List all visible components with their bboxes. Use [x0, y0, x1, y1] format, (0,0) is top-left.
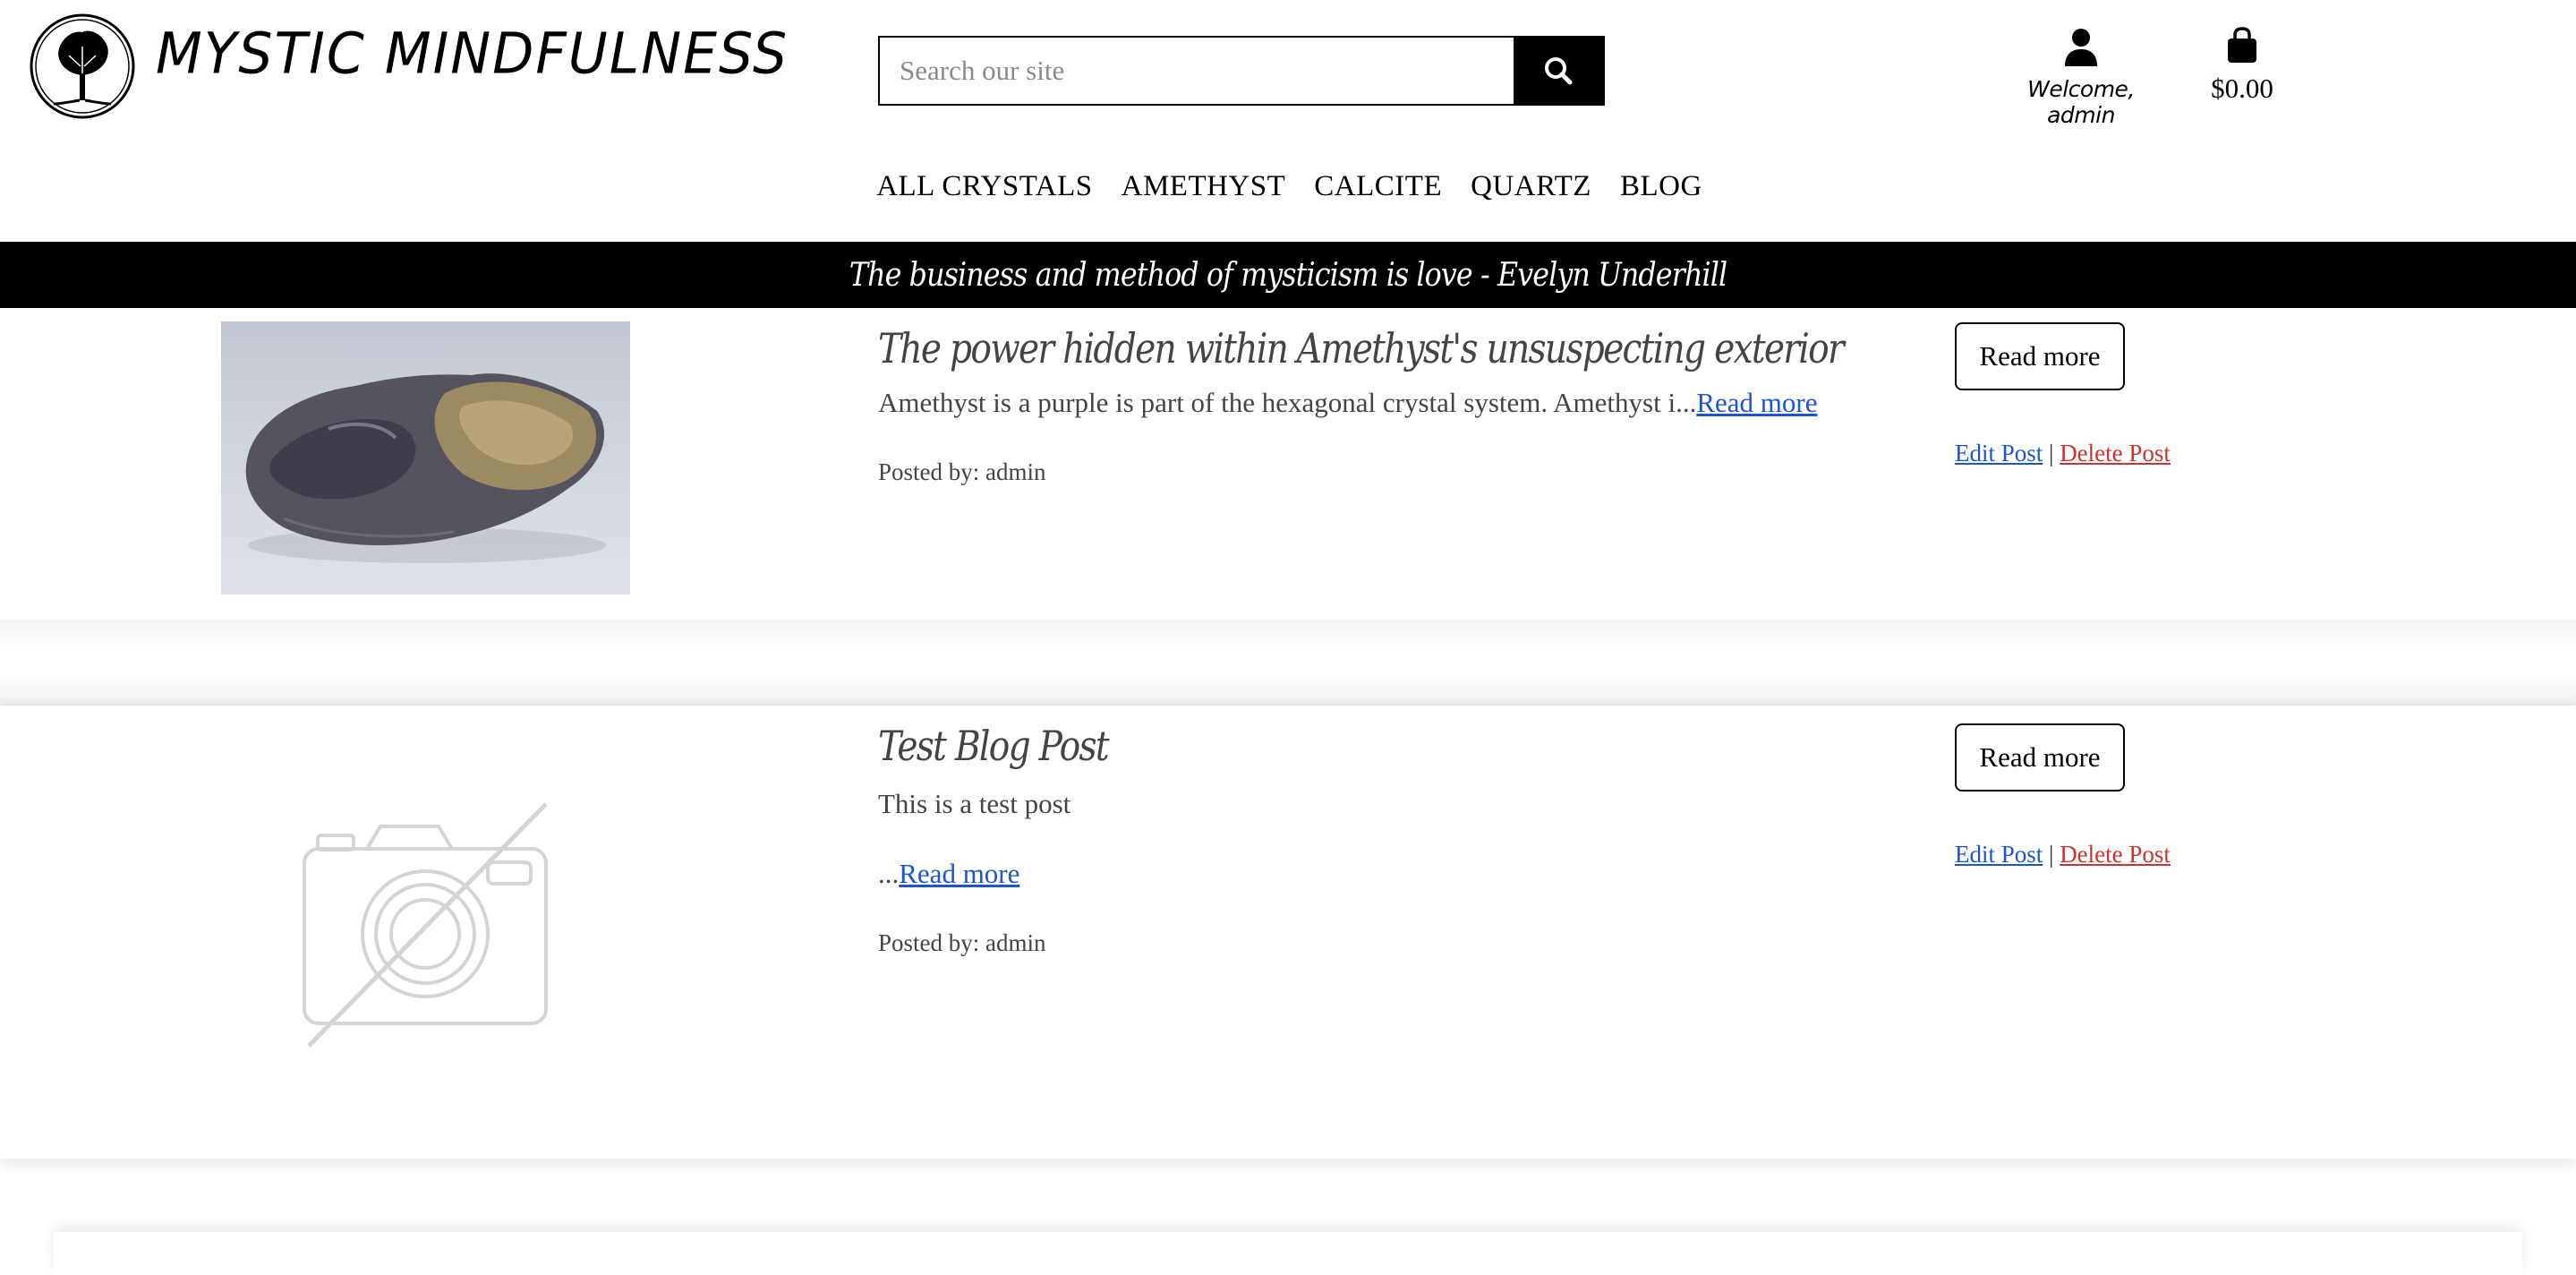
search-input[interactable]: [880, 38, 1514, 104]
read-more-link[interactable]: Read more: [899, 858, 1019, 889]
search-icon: [1545, 57, 1573, 85]
tree-of-life-icon[interactable]: [29, 11, 136, 122]
action-separator: |: [2049, 440, 2054, 466]
amethyst-image[interactable]: [221, 321, 630, 595]
banner-quote: The business and method of mysticism is …: [849, 256, 1727, 294]
search-form: [878, 36, 1605, 106]
nav-item-blog[interactable]: BLOG: [1620, 170, 1702, 203]
ellipsis: ...: [878, 858, 900, 889]
site-header: MYSTIC MINDFULNESS Welcome, admin $0.00 …: [0, 0, 2576, 242]
post-divider: [0, 620, 2576, 706]
nav-item-all-crystals[interactable]: ALL CRYSTALS: [876, 170, 1092, 203]
search-button[interactable]: [1514, 38, 1603, 104]
edit-post-link[interactable]: Edit Post: [1955, 841, 2043, 868]
nav-item-quartz[interactable]: QUARTZ: [1471, 170, 1591, 203]
brand-name[interactable]: MYSTIC MINDFULNESS: [156, 21, 789, 88]
shopping-bag-link[interactable]: $0.00: [2202, 27, 2282, 105]
post-excerpt: Amethyst is a purple is part of the hexa…: [878, 387, 1817, 419]
user-icon: [2065, 29, 2097, 66]
post-author: Posted by: admin: [878, 458, 1046, 485]
account-link[interactable]: Welcome, admin: [2005, 27, 2157, 128]
shopping-bag-icon: [2228, 27, 2256, 63]
post-title[interactable]: The power hidden within Amethyst's unsus…: [878, 324, 1845, 372]
blog-post-card: The power hidden within Amethyst's unsus…: [0, 308, 2576, 620]
nav-item-calcite[interactable]: CALCITE: [1314, 170, 1442, 203]
post-read-more: ...Read more: [878, 858, 1019, 890]
post-excerpt-text: Amethyst is a purple is part of the hexa…: [878, 387, 1697, 418]
post-admin-actions: Edit Post | Delete Post: [1955, 841, 2171, 869]
delete-post-link[interactable]: Delete Post: [2060, 841, 2171, 868]
delete-post-link[interactable]: Delete Post: [2060, 440, 2171, 466]
post-author: Posted by: admin: [878, 929, 1046, 956]
bag-total: $0.00: [2211, 73, 2273, 104]
read-more-button[interactable]: Read more: [1955, 322, 2125, 390]
read-more-link[interactable]: Read more: [1696, 387, 1817, 418]
nav-item-amethyst[interactable]: AMETHYST: [1122, 170, 1286, 203]
quote-banner: The business and method of mysticism is …: [0, 242, 2576, 308]
no-image-camera-icon: [303, 802, 548, 1048]
footer-section: [54, 1232, 2522, 1275]
action-separator: |: [2049, 841, 2054, 868]
edit-post-link[interactable]: Edit Post: [1955, 440, 2043, 466]
account-label: Welcome, admin: [2027, 76, 2135, 128]
main-nav: ALL CRYSTALS AMETHYST CALCITE QUARTZ BLO…: [0, 170, 2576, 203]
read-more-button[interactable]: Read more: [1955, 723, 2125, 792]
blog-post-card: Test Blog Post This is a test post ...Re…: [0, 706, 2576, 1159]
post-admin-actions: Edit Post | Delete Post: [1955, 440, 2171, 467]
post-excerpt: This is a test post: [878, 788, 1071, 819]
post-title[interactable]: Test Blog Post: [878, 722, 1110, 770]
